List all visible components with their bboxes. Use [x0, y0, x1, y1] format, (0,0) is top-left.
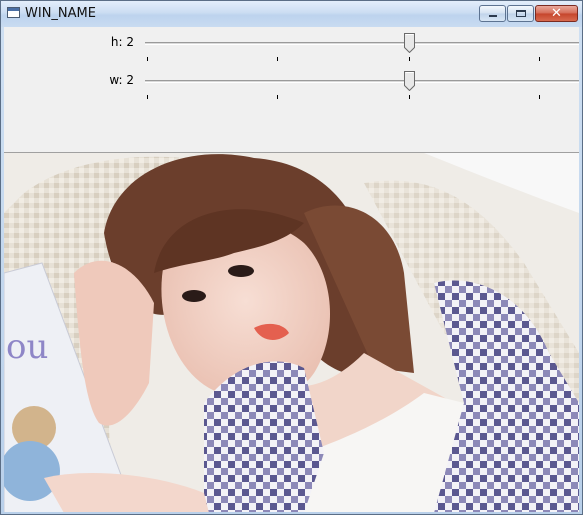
close-button[interactable]: ✕: [535, 5, 578, 22]
trackbar-w-track[interactable]: [145, 80, 579, 83]
window-title: WIN_NAME: [25, 6, 96, 21]
title-bar[interactable]: WIN_NAME ✕: [1, 1, 582, 27]
photo-image: ou: [4, 153, 579, 512]
window-client-area: h: 2 w: 2 ou: [4, 27, 579, 512]
trackbar-w-tick: [539, 95, 540, 99]
maximize-button[interactable]: [507, 5, 534, 22]
trackbar-h-tick: [147, 57, 148, 61]
app-window: WIN_NAME ✕ h: 2 w: 2 ou: [0, 0, 583, 515]
trackbar-h-tick: [409, 57, 410, 61]
trackbar-h-track[interactable]: [145, 42, 579, 45]
minimize-button[interactable]: [479, 5, 506, 22]
trackbar-h-tick: [539, 57, 540, 61]
trackbar-h-label: h: 2: [110, 35, 134, 49]
svg-text:ou: ou: [6, 327, 48, 367]
window-icon[interactable]: [7, 7, 20, 18]
trackbar-h: h: 2: [4, 31, 579, 69]
trackbar-h-tick: [277, 57, 278, 61]
trackbar-h-thumb[interactable]: [404, 33, 415, 53]
caption-buttons: ✕: [478, 5, 578, 23]
maximize-icon: [516, 10, 526, 17]
close-icon: ✕: [551, 6, 562, 21]
minimize-icon: [489, 15, 497, 17]
trackbar-w: w: 2: [4, 69, 579, 107]
trackbar-w-tick: [277, 95, 278, 99]
trackbar-w-label: w: 2: [109, 73, 134, 87]
trackbar-w-thumb[interactable]: [404, 71, 415, 91]
image-display: ou: [4, 152, 579, 512]
trackbar-w-tick: [409, 95, 410, 99]
trackbar-w-tick: [147, 95, 148, 99]
